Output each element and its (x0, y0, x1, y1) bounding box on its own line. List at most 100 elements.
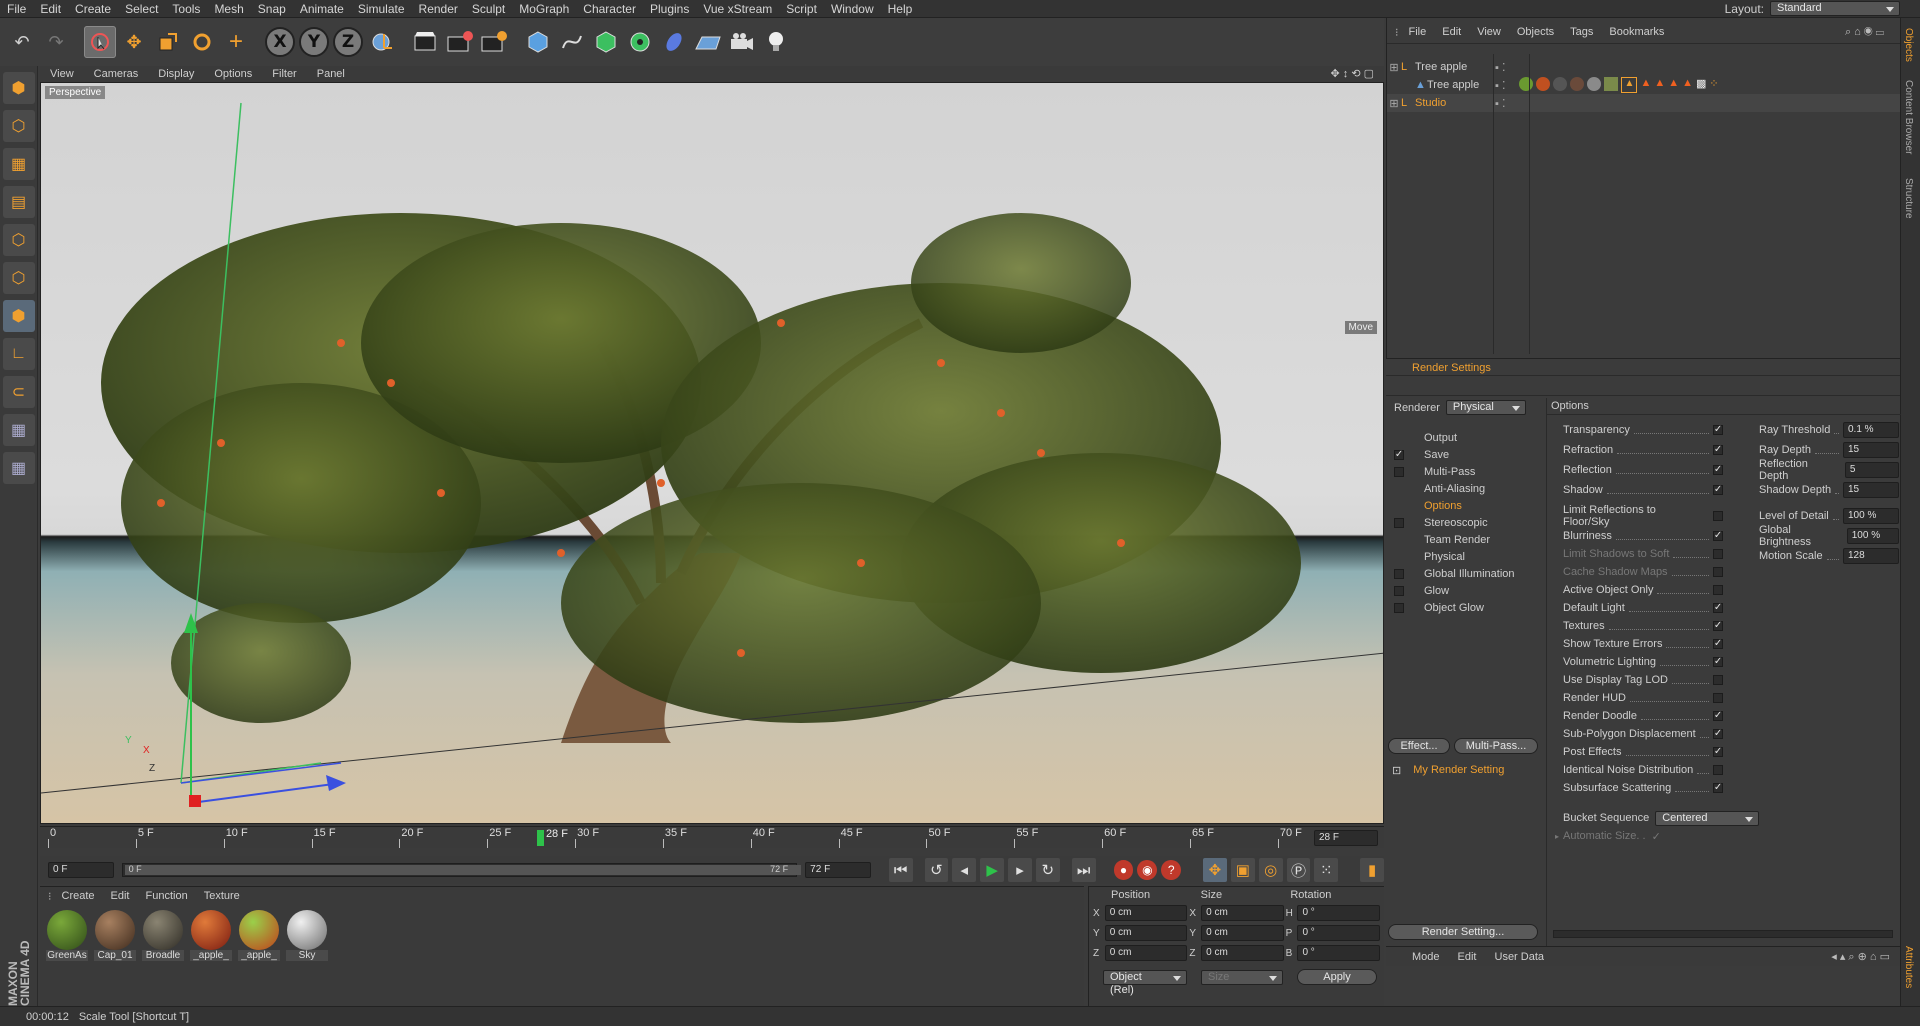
menu-tools[interactable]: Tools (165, 0, 207, 18)
polygon-selection-tag-icon[interactable]: ▲ (1640, 77, 1651, 93)
object-menu-tags[interactable]: Tags (1564, 26, 1599, 39)
render-settings-item[interactable]: Anti-Aliasing (1386, 481, 1546, 497)
rotate-icon[interactable] (186, 26, 218, 58)
object-menu-objects[interactable]: Objects (1511, 26, 1560, 39)
render-settings-item[interactable]: Glow (1386, 583, 1546, 599)
option-checkbox[interactable]: ✓ (1713, 603, 1723, 613)
option-checkbox[interactable]: ✓ (1713, 621, 1723, 631)
tab-attributes[interactable]: Attributes (1903, 946, 1914, 988)
render-view-icon[interactable] (410, 26, 442, 58)
apply-button[interactable]: Apply (1297, 969, 1377, 985)
material-swatch[interactable]: _apple_ (238, 910, 280, 961)
menu-simulate[interactable]: Simulate (351, 0, 412, 18)
key-scale-icon[interactable]: ▣ (1230, 858, 1255, 882)
next-frame-icon[interactable]: ▸ (1008, 858, 1032, 882)
automatic-size-check-icon[interactable]: ✓ (1652, 830, 1661, 843)
material-swatch[interactable]: _apple_ (190, 910, 232, 961)
polygon-selection-tag-icon[interactable]: ▲ (1654, 77, 1665, 93)
material-tag-icon[interactable] (1604, 77, 1619, 91)
key-parameter-icon[interactable]: Ⓟ (1286, 858, 1311, 882)
floor-icon[interactable] (692, 26, 724, 58)
autokeying-icon[interactable]: ◉ (1137, 860, 1158, 880)
render-setting-button[interactable]: Render Setting... (1388, 924, 1538, 940)
render-settings-item[interactable]: Object Glow (1386, 600, 1546, 616)
menu-mograph[interactable]: MoGraph (512, 0, 576, 18)
menu-vue-xstream[interactable]: Vue xStream (696, 0, 779, 18)
axis-mode-icon[interactable]: ∟ (2, 338, 35, 370)
live-selection-icon[interactable] (84, 26, 116, 58)
start-frame-field[interactable]: 0 F (48, 862, 114, 878)
keyframe-selection-icon[interactable]: ? (1161, 860, 1182, 880)
previous-frame-icon[interactable]: ◂ (952, 858, 977, 882)
key-rotation-icon[interactable]: ◎ (1258, 858, 1283, 882)
option-checkbox[interactable] (1713, 511, 1723, 521)
timeline-playhead[interactable] (536, 830, 544, 846)
workplane-icon[interactable]: ▦ (2, 452, 35, 484)
viewport-menu-filter[interactable]: Filter (262, 68, 306, 80)
render-settings-item[interactable]: Multi-Pass (1386, 464, 1546, 480)
material-tag-icon[interactable] (1587, 77, 1602, 91)
option-checkbox[interactable] (1713, 585, 1723, 595)
world-coordinates-icon[interactable] (366, 26, 398, 58)
previous-key-icon[interactable]: ↺ (924, 858, 949, 882)
play-icon[interactable]: ▶ (980, 858, 1005, 882)
coord-size-mode-dropdown[interactable]: Size (1201, 969, 1283, 985)
size-z-field[interactable]: 0 cm (1201, 945, 1284, 961)
texture-mode-icon[interactable]: ▦ (2, 148, 35, 180)
viewport-menu-display[interactable]: Display (148, 68, 204, 80)
light-icon[interactable] (760, 26, 792, 58)
menu-plugins[interactable]: Plugins (643, 0, 696, 18)
visibility-dots-icon[interactable]: ▪ ⁚ (1495, 79, 1505, 92)
option-checkbox[interactable]: ✓ (1713, 657, 1723, 667)
material-menu-texture[interactable]: Texture (198, 890, 246, 903)
object-row-studio[interactable]: ⊞ L Studio ▪ ⁚ (1387, 94, 1901, 112)
points-mode-icon[interactable]: ⬡ (2, 224, 35, 256)
attributes-menu-user-data[interactable]: User Data (1489, 951, 1551, 963)
timeline-ruler[interactable]: 0 5 F 10 F 15 F 20 F 25 F 30 F 35 F 40 F 45 F 50 F… (40, 826, 1384, 848)
deformer-icon[interactable] (658, 26, 690, 58)
record-active-objects-icon[interactable]: ● (1113, 860, 1134, 880)
menu-help[interactable]: Help (881, 0, 920, 18)
option-checkbox[interactable]: ✓ (1713, 711, 1723, 721)
bucket-sequence-dropdown[interactable]: Centered (1655, 810, 1760, 826)
timeline-window-icon[interactable]: ▮ (1360, 858, 1385, 882)
option-checkbox[interactable]: ✓ (1713, 485, 1723, 495)
subdivision-icon[interactable] (590, 26, 622, 58)
go-to-end-icon[interactable]: ⏭ (1071, 858, 1096, 882)
y-axis-icon[interactable]: Y (298, 26, 330, 58)
material-menu-create[interactable]: Create (56, 890, 101, 903)
menu-select[interactable]: Select (118, 0, 165, 18)
material-tag-icon[interactable] (1519, 77, 1534, 91)
object-menu-edit[interactable]: Edit (1436, 26, 1467, 39)
option-checkbox[interactable]: ✓ (1713, 531, 1723, 541)
tab-content-browser[interactable]: Content Browser (1903, 80, 1914, 154)
snap-icon[interactable]: ▦ (2, 414, 35, 446)
option-checkbox[interactable]: ✓ (1713, 783, 1723, 793)
object-search-icon[interactable]: ⌕ ⌂ ◉ ▭ (1845, 26, 1892, 39)
option-value-field[interactable]: 0.1 % (1843, 422, 1899, 438)
object-menu-file[interactable]: File (1403, 26, 1433, 39)
position-x-field[interactable]: 0 cm (1104, 905, 1188, 921)
menu-character[interactable]: Character (576, 0, 643, 18)
viewport-menu-view[interactable]: View (40, 68, 84, 80)
go-to-start-icon[interactable]: ⏮ (888, 858, 913, 882)
enable-checkbox[interactable] (1394, 603, 1404, 613)
option-value-field[interactable]: 128 (1843, 548, 1899, 564)
model-mode-icon[interactable]: ⬡ (2, 110, 35, 142)
enable-checkbox[interactable] (1394, 569, 1404, 579)
object-name[interactable]: Tree apple (1427, 79, 1491, 91)
selection-tag-icon[interactable]: ▲ (1621, 77, 1638, 93)
viewport-menu-options[interactable]: Options (204, 68, 262, 80)
redo-icon[interactable]: ↷ (40, 26, 72, 58)
z-axis-icon[interactable]: Z (332, 26, 364, 58)
uvw-tag-icon[interactable]: ▩ (1696, 77, 1706, 93)
visibility-dots-icon[interactable]: ▪ ⁚ (1495, 97, 1505, 110)
undo-icon[interactable]: ↶ (6, 26, 38, 58)
scale-icon[interactable] (152, 26, 184, 58)
render-picture-viewer-icon[interactable] (444, 26, 476, 58)
viewport-menu-cameras[interactable]: Cameras (84, 68, 149, 80)
menu-sculpt[interactable]: Sculpt (465, 0, 512, 18)
option-value-field[interactable]: 15 (1843, 482, 1899, 498)
edges-mode-icon[interactable]: ⬡ (2, 262, 35, 294)
render-settings-item[interactable]: ✓ Save (1386, 447, 1546, 463)
